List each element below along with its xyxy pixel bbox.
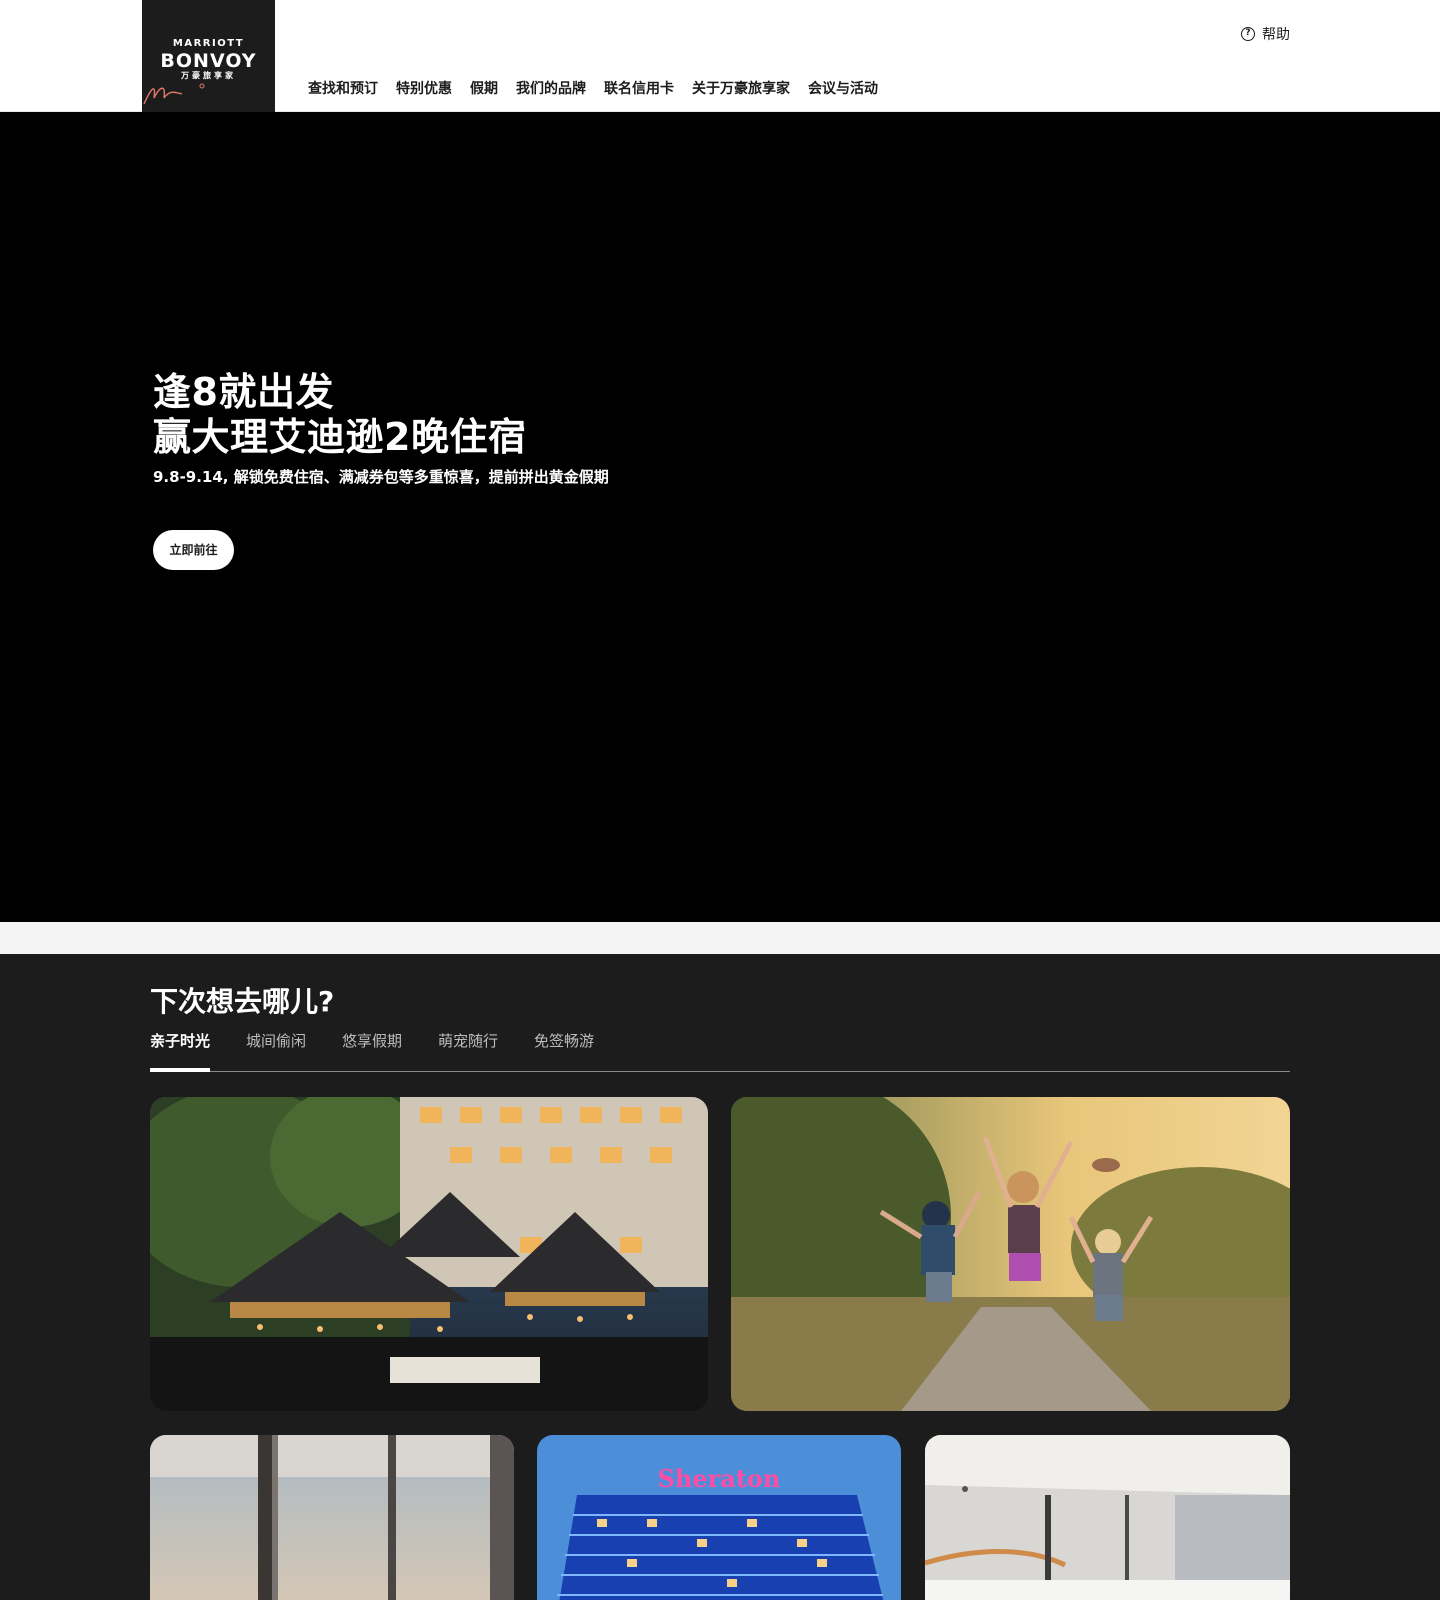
logo-signature-mark (143, 83, 205, 105)
resort-pavilions-night-photo (150, 1097, 708, 1411)
destination-card-interior[interactable] (925, 1435, 1290, 1600)
tab-visa-free[interactable]: 免签畅游 (534, 1030, 594, 1072)
destinations-section: 下次想去哪儿? 亲子时光 城间偷闲 悠享假期 萌宠随行 免签畅游 Sherato… (0, 954, 1440, 1600)
sheraton-hotel-building-photo: Sheraton (537, 1435, 901, 1600)
nav-find-book[interactable]: 查找和预订 (308, 78, 378, 98)
destination-card-window-view[interactable] (150, 1435, 514, 1600)
hero-title-line2: 赢大理艾迪逊2晚住宿 (153, 415, 527, 459)
children-jumping-trail-photo (731, 1097, 1290, 1411)
nav-vacations[interactable]: 假期 (470, 78, 498, 98)
logo-line1: MARRIOTT (172, 38, 245, 49)
help-circle-icon: ? (1241, 27, 1255, 41)
destination-tabs: 亲子时光 城间偷闲 悠享假期 萌宠随行 免签畅游 (150, 1030, 1290, 1072)
tab-city-break[interactable]: 城间偷闲 (246, 1030, 306, 1072)
hero-title-line1: 逢8就出发 (153, 370, 334, 414)
nav-special-offers[interactable]: 特别优惠 (396, 78, 452, 98)
marriott-bonvoy-logo[interactable]: MARRIOTT BONVOY 万豪旅享家 (142, 0, 275, 112)
hero-banner: 逢8就出发 赢大理艾迪逊2晚住宿 9.8-9.14, 解锁免费住宿、满减券包等多… (0, 112, 1440, 922)
tab-pet-friendly[interactable]: 萌宠随行 (438, 1030, 498, 1072)
site-header: MARRIOTT BONVOY 万豪旅享家 查找和预订 特别优惠 假期 我们的品… (0, 0, 1440, 112)
nav-our-brands[interactable]: 我们的品牌 (516, 78, 586, 98)
help-link[interactable]: ? 帮助 (1241, 24, 1290, 44)
nav-meetings-events[interactable]: 会议与活动 (808, 78, 878, 98)
hotel-window-view-photo (150, 1435, 514, 1600)
go-now-button[interactable]: 立即前往 (153, 530, 234, 570)
help-label: 帮助 (1262, 27, 1290, 43)
logo-line2: BONVOY (160, 50, 257, 72)
hero-subtitle: 9.8-9.14, 解锁免费住宿、满减券包等多重惊喜，提前拼出黄金假期 (153, 468, 609, 486)
destination-card-sheraton[interactable]: Sheraton (537, 1435, 901, 1600)
destination-card-kids[interactable] (731, 1097, 1290, 1411)
nav-credit-card[interactable]: 联名信用卡 (604, 78, 674, 98)
destination-card-resort[interactable] (150, 1097, 708, 1411)
section-divider (0, 922, 1440, 954)
sheraton-sign-text: Sheraton (658, 1464, 781, 1493)
tab-leisure-vacation[interactable]: 悠享假期 (342, 1030, 402, 1072)
hero-title: 逢8就出发 赢大理艾迪逊2晚住宿 (153, 370, 526, 460)
main-nav: 查找和预订 特别优惠 假期 我们的品牌 联名信用卡 关于万豪旅享家 会议与活动 (308, 78, 878, 98)
nav-about-bonvoy[interactable]: 关于万豪旅享家 (692, 78, 790, 98)
tab-family-time[interactable]: 亲子时光 (150, 1030, 211, 1072)
modern-interior-photo (925, 1435, 1290, 1600)
section-title: 下次想去哪儿? (150, 985, 335, 1018)
